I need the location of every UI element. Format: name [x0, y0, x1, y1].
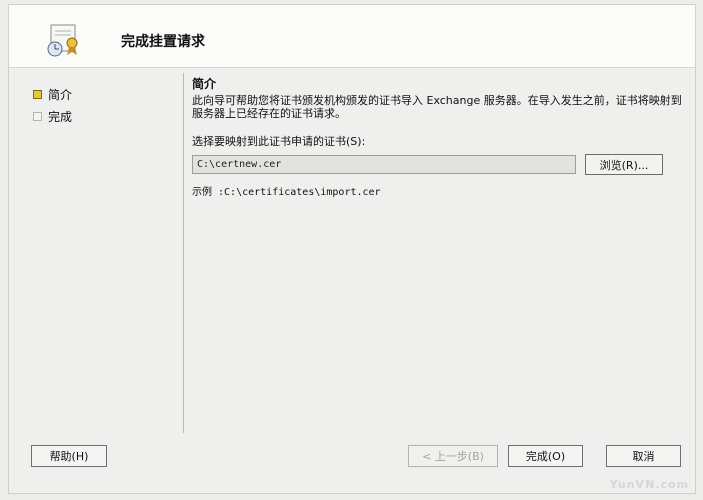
help-button[interactable]: 帮助(H)	[31, 445, 107, 467]
wizard-header: 完成挂置请求	[9, 5, 695, 68]
nav-item-label: 完成	[48, 109, 73, 124]
nav-item-intro[interactable]: 简介	[33, 83, 72, 105]
back-button[interactable]: < 上一步(B)	[408, 445, 498, 467]
nav-item-label: 简介	[48, 87, 73, 102]
page-title: 完成挂置请求	[121, 34, 205, 50]
cancel-button[interactable]: 取消	[606, 445, 681, 467]
certificate-field-label: 选择要映射到此证书申请的证书(S):	[192, 135, 366, 148]
main-content: 简介 此向导可帮助您将证书颁发机构颁发的证书导入 Exchange 服务器。在导…	[192, 75, 692, 198]
active-step-bullet-icon	[33, 89, 42, 99]
finish-button[interactable]: 完成(O)	[508, 445, 583, 467]
vertical-divider	[183, 73, 184, 433]
description-text: 此向导可帮助您将证书颁发机构颁发的证书导入 Exchange 服务器。在导入发生…	[192, 94, 682, 120]
inactive-step-bullet-icon	[33, 111, 42, 121]
certificate-input-row: 浏览(R)...	[192, 154, 692, 175]
wizard-step-nav: 简介 完成	[33, 83, 72, 127]
certificate-wizard-icon	[45, 23, 83, 57]
wizard-window: 完成挂置请求 简介 完成 简介 此向导可帮助您将证书颁发机构颁发的证书导入 Ex…	[8, 4, 696, 494]
watermark: YunVN.com	[609, 478, 689, 491]
certificate-path-input[interactable]	[192, 155, 576, 174]
section-title: 简介	[192, 77, 217, 91]
nav-item-complete[interactable]: 完成	[33, 105, 72, 127]
browse-button[interactable]: 浏览(R)...	[585, 154, 663, 175]
example-path-text: 示例 :C:\certificates\import.cer	[192, 187, 381, 198]
